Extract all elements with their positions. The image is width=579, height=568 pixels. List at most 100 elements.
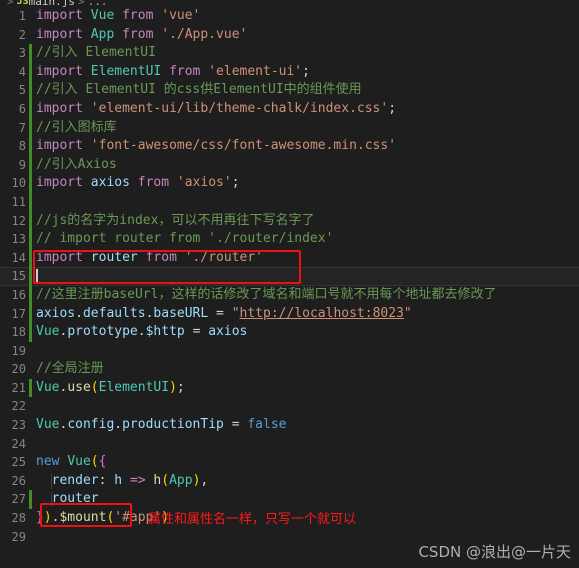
change-bar	[29, 230, 32, 249]
change-bar	[29, 118, 32, 138]
watermark: CSDN @浪出@一片天	[418, 543, 571, 561]
text-cursor	[36, 269, 38, 285]
line-content: //js的名字为index，可以不用再往下写名字了	[36, 212, 315, 228]
code-line[interactable]: 13 // import router from './router/index…	[0, 230, 579, 249]
line-content: Vue.use(ElementUI);	[36, 379, 185, 395]
code-line[interactable]: 2 import App from './App.vue'	[0, 26, 579, 45]
code-line[interactable]: 20 //全局注册	[0, 360, 579, 379]
line-content: import App from './App.vue'	[36, 26, 248, 42]
line-content: //引入Axios	[36, 156, 117, 172]
line-content: import 'font-awesome/css/font-awesome.mi…	[36, 138, 397, 154]
line-number: 12	[11, 213, 26, 228]
code-line[interactable]: 23 Vue.config.productionTip = false	[0, 416, 579, 435]
line-number: 18	[11, 325, 26, 340]
change-bar	[29, 304, 32, 324]
line-content: import router from './router'	[36, 249, 264, 265]
line-content: import Vue from 'vue'	[36, 8, 201, 23]
line-number: 24	[11, 436, 26, 451]
code-line[interactable]: 24	[0, 435, 579, 454]
code-line[interactable]: 9 //引入Axios	[0, 155, 579, 175]
change-bar	[29, 509, 32, 528]
line-number: 13	[11, 232, 26, 247]
line-number: 22	[11, 399, 26, 414]
change-bar	[29, 267, 32, 286]
change-bar	[29, 453, 32, 472]
line-number: 10	[11, 176, 26, 191]
line-number: 3	[18, 46, 26, 61]
line-number: 16	[11, 287, 26, 302]
line-content: Vue.prototype.$http = axios	[36, 324, 248, 340]
code-editor[interactable]: > JS main.js > ... 1 import Vue from 'vu…	[0, 0, 579, 568]
line-number: 17	[11, 306, 26, 321]
change-bar	[29, 323, 32, 342]
line-content: import 'element-ui/lib/theme-chalk/index…	[36, 100, 397, 116]
code-line[interactable]: 25 new Vue({	[0, 453, 579, 472]
change-bar	[29, 62, 32, 82]
code-line[interactable]: 10 import axios from 'axios';	[0, 174, 579, 193]
line-number: 11	[11, 194, 26, 209]
line-number: 7	[18, 120, 26, 135]
code-line-router-shorthand[interactable]: 27 router	[0, 490, 579, 510]
line-content: //引入图标库	[36, 119, 117, 135]
line-number: 2	[18, 27, 26, 42]
code-line[interactable]: 7 //引入图标库	[0, 118, 579, 138]
code-line[interactable]: 1 import Vue from 'vue'	[0, 7, 579, 26]
line-number: 14	[11, 250, 26, 265]
line-number: 25	[11, 455, 26, 470]
code-line[interactable]: 3 //引入 ElementUI	[0, 44, 579, 63]
code-line[interactable]: 4 import ElementUI from 'element-ui';	[0, 62, 579, 82]
code-line[interactable]: 19	[0, 342, 579, 361]
code-line[interactable]: 26 render: h => h(App),	[0, 472, 579, 491]
line-number: 1	[18, 9, 26, 23]
line-content: router	[51, 491, 99, 507]
line-number: 23	[11, 418, 26, 433]
line-content: // import router from './router/index'	[36, 231, 334, 247]
url-link[interactable]: http://localhost:8023	[240, 306, 404, 321]
code-line[interactable]: 11	[0, 192, 579, 212]
line-content: //引入 ElementUI 的css供ElementUI中的组件使用	[36, 82, 362, 98]
code-lines-container[interactable]: 1 import Vue from 'vue' 2 import App fro…	[0, 7, 579, 568]
code-line[interactable]: 21 Vue.use(ElementUI);	[0, 378, 579, 398]
line-number: 21	[11, 380, 26, 395]
change-bar	[29, 155, 32, 175]
code-line[interactable]: 12 //js的名字为index，可以不用再往下写名字了	[0, 211, 579, 231]
change-bar	[29, 378, 32, 398]
line-number: 15	[11, 269, 26, 284]
line-number: 6	[18, 101, 26, 116]
line-number: 29	[11, 529, 26, 544]
change-bar	[29, 490, 32, 510]
line-content: axios.defaults.baseURL = "http://localho…	[36, 305, 412, 321]
code-line[interactable]: 6 import 'element-ui/lib/theme-chalk/ind…	[0, 99, 579, 119]
line-number: 26	[11, 473, 26, 488]
code-line[interactable]: 8 import 'font-awesome/css/font-awesome.…	[0, 137, 579, 156]
line-number: 9	[18, 157, 26, 172]
line-content: //引入 ElementUI	[36, 45, 156, 61]
line-content: import axios from 'axios';	[36, 175, 240, 191]
code-line[interactable]: 16 //这里注册baseUrl，这样的话修改了域名和端口号就不用每个地址都去修…	[0, 285, 579, 305]
change-bar	[29, 435, 32, 454]
change-bar	[29, 137, 32, 156]
code-line[interactable]: 5 //引入 ElementUI 的css供ElementUI中的组件使用	[0, 81, 579, 100]
line-number: 20	[11, 362, 26, 377]
change-bar	[29, 211, 32, 231]
change-bar	[29, 416, 32, 435]
line-content: render: h => h(App),	[51, 472, 209, 488]
code-line-current[interactable]: 15	[0, 267, 579, 286]
line-number: 19	[11, 343, 26, 358]
line-number: 27	[11, 492, 26, 507]
code-line-import-router[interactable]: 14 import router from './router'	[0, 248, 579, 268]
change-bar	[29, 248, 32, 268]
change-bar	[29, 99, 32, 119]
line-content: new Vue({	[36, 454, 107, 470]
code-line[interactable]: 17 axios.defaults.baseURL = "http://loca…	[0, 304, 579, 324]
line-content: import ElementUI from 'element-ui';	[36, 63, 310, 79]
change-bar	[29, 397, 32, 416]
change-bar	[29, 174, 32, 193]
change-bar	[29, 528, 32, 547]
line-number: 28	[11, 511, 26, 526]
code-line[interactable]: 22	[0, 397, 579, 416]
change-bar	[29, 360, 32, 379]
code-line[interactable]: 18 Vue.prototype.$http = axios	[0, 323, 579, 342]
change-bar	[29, 285, 32, 305]
line-number: 5	[18, 83, 26, 98]
